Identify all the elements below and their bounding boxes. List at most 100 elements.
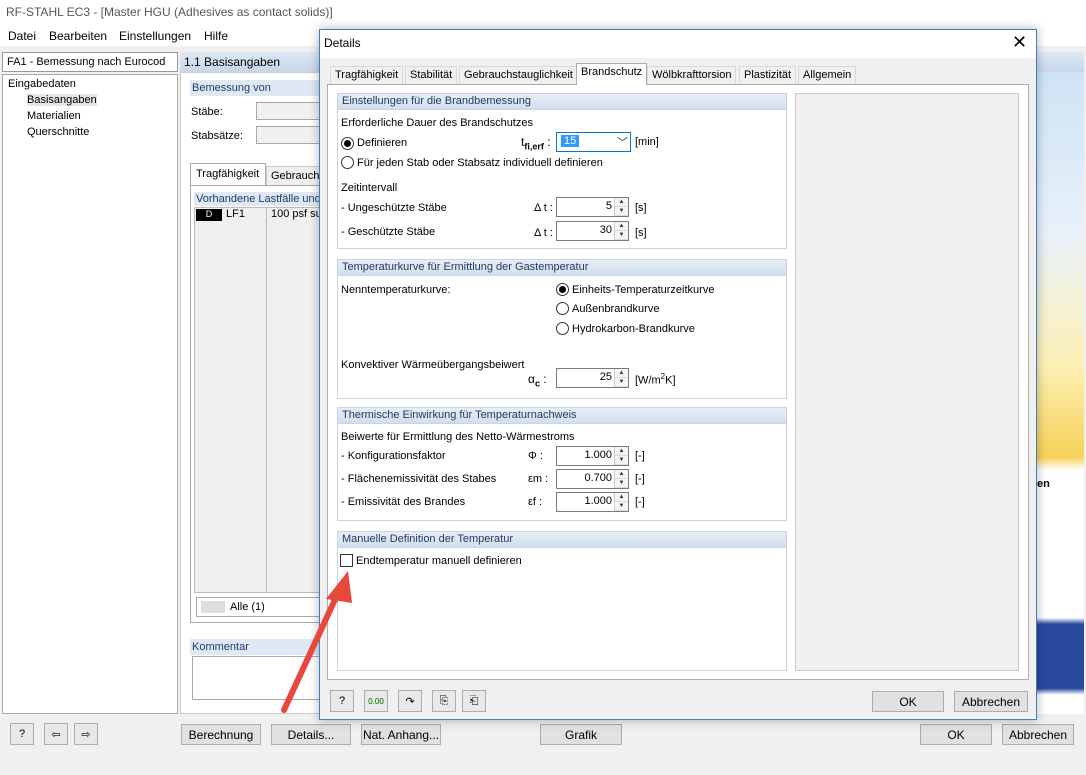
spin-up-icon[interactable]: ▲ <box>615 447 628 456</box>
spin-down-icon[interactable]: ▼ <box>615 378 628 387</box>
tab-plastizitaet[interactable]: Plastizität <box>739 66 797 84</box>
menu-einstellungen[interactable]: Einstellungen <box>119 29 191 43</box>
save-settings-icon[interactable]: ⎘ <box>432 690 456 712</box>
nat-anhang-button[interactable]: Nat. Anhang... <box>361 724 441 745</box>
tab-label: Tragfähigkeit <box>335 69 399 81</box>
berechnung-button[interactable]: Berechnung <box>181 724 261 745</box>
default-values-icon[interactable]: 0.00 <box>364 690 388 712</box>
alpha-unit-pre: [W/m <box>635 374 661 387</box>
tab-label: Brandschutz <box>581 66 643 78</box>
export-icon[interactable]: ⇨ <box>74 723 98 745</box>
endtemperatur-label: Endtemperatur manuell definieren <box>356 555 522 567</box>
beiwerte-label: Beiwerte für Ermittlung des Netto-Wärmes… <box>341 431 575 443</box>
lastfall-badge-text: D <box>205 209 213 219</box>
chevron-down-icon: ﹀ <box>617 137 628 149</box>
side-graphic <box>1036 72 1084 714</box>
tree-item-materialien[interactable]: Materialien <box>27 110 81 122</box>
spin-up-icon[interactable]: ▲ <box>615 493 628 502</box>
menu-bearbeiten[interactable]: Bearbeiten <box>49 29 107 43</box>
brand-spinner[interactable]: 1.000 ▲ ▼ <box>556 492 629 512</box>
radio-definieren[interactable] <box>341 137 354 150</box>
spinner-arrows[interactable]: ▲ ▼ <box>614 447 628 465</box>
load-settings-icon[interactable]: ⎗ <box>462 690 486 712</box>
section-header: Thermische Einwirkung für Temperaturnach… <box>338 408 786 424</box>
radio-aussenbrand[interactable] <box>556 302 569 315</box>
dialog-ok-button[interactable]: OK <box>872 691 944 712</box>
radio-hydrokarbon[interactable] <box>556 322 569 335</box>
tab-tragfaehigkeit[interactable]: Tragfähigkeit <box>330 66 404 84</box>
tree-item-basisangaben[interactable]: Basisangaben <box>27 94 97 106</box>
ungeschuetzt-label: - Ungeschützte Stäbe <box>341 202 447 214</box>
spinner-arrows[interactable]: ▲ ▼ <box>614 470 628 488</box>
alpha-colon: : <box>543 372 547 386</box>
lastfaelle-header: Vorhandene Lastfälle und <box>194 192 326 206</box>
spinner-value: 0.700 <box>584 472 612 484</box>
spinner-arrows[interactable]: ▲ ▼ <box>614 493 628 511</box>
spin-up-icon[interactable]: ▲ <box>615 369 628 378</box>
details-button[interactable]: Details... <box>271 724 351 745</box>
help-icon[interactable]: ? <box>10 723 34 745</box>
spin-up-icon[interactable]: ▲ <box>615 198 628 207</box>
rotate-icon[interactable]: ↷ <box>398 690 422 712</box>
grafik-button[interactable]: Grafik <box>540 724 622 745</box>
tfi-value: 15 <box>561 135 580 147</box>
delta-t-symbol: Δ t : <box>534 202 553 214</box>
tree-root[interactable]: Eingabedaten <box>8 78 76 90</box>
radio-individuell[interactable] <box>341 156 354 169</box>
spin-down-icon[interactable]: ▼ <box>615 231 628 240</box>
import-icon[interactable]: ⇦ <box>44 723 68 745</box>
konfig-label: - Konfigurationsfaktor <box>341 450 446 462</box>
stabsaetze-input[interactable] <box>256 126 326 144</box>
geschuetzt-spinner[interactable]: 30 ▲ ▼ <box>556 221 629 241</box>
flaechen-spinner[interactable]: 0.700 ▲ ▼ <box>556 469 629 489</box>
main-window-title: RF-STAHL EC3 - [Master HGU (Adhesives as… <box>6 5 333 19</box>
staebe-input[interactable] <box>256 102 326 120</box>
tab-allgemein[interactable]: Allgemein <box>798 66 857 84</box>
tfi-symbol: tfi,erf : <box>521 135 551 151</box>
kommentar-label: Kommentar <box>192 641 249 653</box>
main-ok-button[interactable]: OK <box>920 724 992 745</box>
radio-definieren-label: Definieren <box>357 137 408 149</box>
spin-up-icon[interactable]: ▲ <box>615 222 628 231</box>
main-tab-tragfaehigkeit[interactable]: Tragfähigkeit <box>190 163 266 185</box>
konfig-unit: [-] <box>635 450 645 462</box>
spinner-arrows[interactable]: ▲ ▼ <box>614 369 628 387</box>
konfig-symbol: Φ : <box>528 450 543 462</box>
radio-einheits[interactable] <box>556 283 569 296</box>
menu-datei[interactable]: Datei <box>8 29 36 43</box>
tfi-sub: fi,erf <box>524 141 544 152</box>
tab-brandschutz[interactable]: Brandschutz <box>576 63 648 85</box>
ungeschuetzt-spinner[interactable]: 5 ▲ ▼ <box>556 197 629 217</box>
brand-unit: [-] <box>635 496 645 508</box>
dialog-cancel-button[interactable]: Abbrechen <box>954 691 1028 712</box>
flaechen-symbol: εm : <box>528 473 549 485</box>
tree-item-querschnitte[interactable]: Querschnitte <box>27 126 89 138</box>
geschuetzt-label: - Geschützte Stäbe <box>341 226 436 238</box>
preview-panel <box>795 93 1019 671</box>
alpha-spinner[interactable]: 25 ▲ ▼ <box>556 368 629 388</box>
close-icon[interactable]: ✕ <box>1012 32 1027 53</box>
page-title: 1.1 Basisangaben <box>184 55 281 69</box>
main-title-bar: RF-STAHL EC3 - [Master HGU (Adhesives as… <box>0 0 1086 26</box>
spin-down-icon[interactable]: ▼ <box>615 502 628 511</box>
alpha-char: α <box>528 372 535 386</box>
spinner-arrows[interactable]: ▲ ▼ <box>614 222 628 240</box>
help-icon[interactable]: ? <box>330 690 354 712</box>
konfig-spinner[interactable]: 1.000 ▲ ▼ <box>556 446 629 466</box>
main-tab-gebrauchs[interactable]: Gebrauchs <box>266 166 326 185</box>
menu-hilfe[interactable]: Hilfe <box>204 29 228 43</box>
tab-woelbkrafttorsion[interactable]: Wölbkrafttorsion <box>647 66 737 84</box>
tab-stabilitaet[interactable]: Stabilität <box>405 66 458 84</box>
case-select[interactable]: FA1 - Bemessung nach Eurocod <box>2 52 178 72</box>
spin-down-icon[interactable]: ▼ <box>615 456 628 465</box>
tfi-dropdown[interactable]: 15 ﹀ <box>556 132 631 152</box>
spin-down-icon[interactable]: ▼ <box>615 479 628 488</box>
s-unit: [s] <box>635 227 647 239</box>
main-cancel-button[interactable]: Abbrechen <box>1002 724 1074 745</box>
lastfall-id[interactable]: LF1 <box>226 208 245 220</box>
tab-gebrauchstauglichkeit[interactable]: Gebrauchstauglichkeit <box>459 66 578 84</box>
spin-up-icon[interactable]: ▲ <box>615 470 628 479</box>
dialog-title-bar: Details ✕ <box>320 30 1036 58</box>
spinner-arrows[interactable]: ▲ ▼ <box>614 198 628 216</box>
spin-down-icon[interactable]: ▼ <box>615 207 628 216</box>
